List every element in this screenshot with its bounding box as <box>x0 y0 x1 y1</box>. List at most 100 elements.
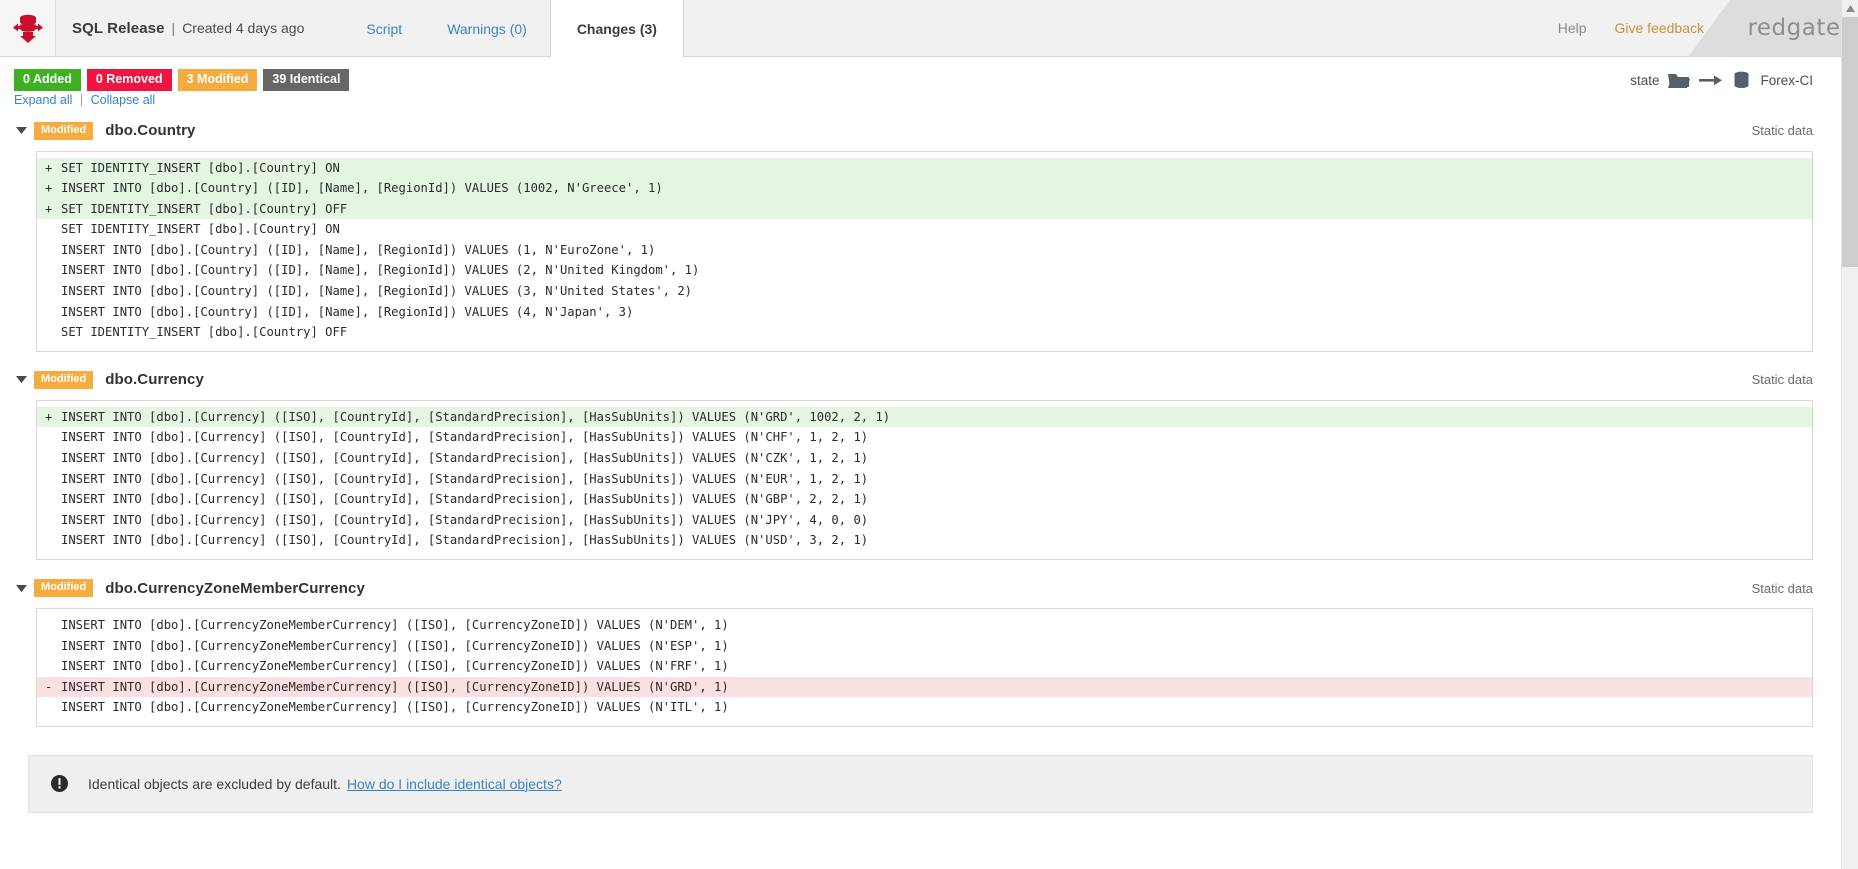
code-line: INSERT INTO [dbo].[CurrencyZoneMemberCur… <box>37 615 1812 636</box>
line-text: INSERT INTO [dbo].[Currency] ([ISO], [Co… <box>61 409 891 424</box>
code-line: INSERT INTO [dbo].[Currency] ([ISO], [Co… <box>37 510 1812 531</box>
diff-section-country: Modified dbo.Country Static data + SET ID… <box>0 117 1841 352</box>
section-header[interactable]: Modified dbo.Currency Static data <box>0 366 1841 394</box>
line-sign: + <box>45 409 53 424</box>
app-title-block: SQL Release | Created 4 days ago <box>56 0 304 56</box>
target-label: Forex-CI <box>1760 73 1813 88</box>
section-header[interactable]: Modified dbo.Country Static data <box>0 117 1841 145</box>
line-text: INSERT INTO [dbo].[Currency] ([ISO], [Co… <box>61 492 869 507</box>
help-link[interactable]: Help <box>1558 20 1587 36</box>
code-line: - INSERT INTO [dbo].[CurrencyZoneMemberCu… <box>37 676 1812 698</box>
code-line: INSERT INTO [dbo].[Country] ([ID], [Name… <box>37 240 1812 261</box>
tab-warnings[interactable]: Warnings (0) <box>425 0 550 57</box>
badge-removed[interactable]: 0 Removed <box>86 69 172 91</box>
code-line: + INSERT INTO [dbo].[Country] ([ID], [Nam… <box>37 178 1812 199</box>
line-sign: + <box>45 160 53 175</box>
links-separator: | <box>79 93 84 107</box>
database-sync-icon <box>12 14 43 43</box>
section-header[interactable]: Modified dbo.CurrencyZoneMemberCurrency … <box>0 574 1841 602</box>
app-logo <box>0 0 56 56</box>
code-line: + SET IDENTITY_INSERT [dbo].[Country] OFF <box>37 198 1812 220</box>
line-text: INSERT INTO [dbo].[CurrencyZoneMemberCur… <box>61 659 729 674</box>
line-text: SET IDENTITY_INSERT [dbo].[Country] ON <box>61 222 340 237</box>
caret-down-icon[interactable] <box>14 584 28 592</box>
diff-sections: Modified dbo.Country Static data + SET ID… <box>0 117 1841 727</box>
line-text: INSERT INTO [dbo].[Currency] ([ISO], [Co… <box>61 451 869 466</box>
notice-text: Identical objects are excluded by defaul… <box>88 775 341 792</box>
line-text: INSERT INTO [dbo].[Currency] ([ISO], [Co… <box>61 430 869 445</box>
caret-up-icon <box>1846 5 1855 12</box>
code-line: INSERT INTO [dbo].[Country] ([ID], [Name… <box>37 260 1812 281</box>
line-text: INSERT INTO [dbo].[Currency] ([ISO], [Co… <box>61 471 869 486</box>
expand-collapse-links: Expand all | Collapse all <box>14 93 155 107</box>
deployment-state-indicator: state Forex-CI <box>1630 71 1813 90</box>
vertical-scrollbar[interactable] <box>1841 0 1858 869</box>
header-spacer <box>684 0 1558 56</box>
code-diff-block: + INSERT INTO [dbo].[Currency] ([ISO], [C… <box>36 399 1813 560</box>
page-body: 0 Added 0 Removed 3 Modified 39 Identica… <box>0 57 1858 869</box>
line-text: INSERT INTO [dbo].[Country] ([ID], [Name… <box>61 304 634 319</box>
diff-section-currency: Modified dbo.Currency Static data + INSER… <box>0 366 1841 560</box>
change-summary-badges: 0 Added 0 Removed 3 Modified 39 Identica… <box>14 69 350 91</box>
summary-row: 0 Added 0 Removed 3 Modified 39 Identica… <box>0 57 1841 107</box>
badge-identical[interactable]: 39 Identical <box>263 69 350 91</box>
line-text: INSERT INTO [dbo].[Country] ([ID], [Name… <box>61 263 700 278</box>
line-text: SET IDENTITY_INSERT [dbo].[Country] ON <box>61 160 340 175</box>
info-icon <box>51 775 68 793</box>
identical-objects-notice: Identical objects are excluded by defaul… <box>28 754 1813 813</box>
code-line: INSERT INTO [dbo].[Country] ([ID], [Name… <box>37 281 1812 302</box>
brand-panel: redgate <box>1688 0 1858 57</box>
line-text: INSERT INTO [dbo].[Country] ([ID], [Name… <box>61 181 663 196</box>
scroll-up-arrow[interactable] <box>1842 0 1858 17</box>
badge-added[interactable]: 0 Added <box>14 69 81 91</box>
code-line: + SET IDENTITY_INSERT [dbo].[Country] ON <box>37 157 1812 179</box>
folder-icon <box>1668 74 1691 88</box>
caret-down-icon[interactable] <box>14 127 28 134</box>
status-badge: Modified <box>34 579 94 597</box>
line-text: INSERT INTO [dbo].[CurrencyZoneMemberCur… <box>61 618 729 632</box>
code-line: INSERT INTO [dbo].[Currency] ([ISO], [Co… <box>37 489 1812 510</box>
line-text: INSERT INTO [dbo].[Country] ([ID], [Name… <box>61 284 693 299</box>
created-timestamp: Created 4 days ago <box>182 20 305 36</box>
tab-changes[interactable]: Changes (3) <box>549 0 684 58</box>
line-sign: + <box>45 201 53 216</box>
code-diff-block: INSERT INTO [dbo].[CurrencyZoneMemberCur… <box>36 608 1813 727</box>
line-text: INSERT INTO [dbo].[CurrencyZoneMemberCur… <box>61 638 729 653</box>
arrow-right-icon <box>1699 75 1723 86</box>
app-header: SQL Release | Created 4 days ago Script … <box>0 0 1858 58</box>
line-sign: - <box>45 679 53 694</box>
object-type: Static data <box>1751 372 1813 388</box>
database-icon <box>1734 71 1749 88</box>
object-type: Static data <box>1751 580 1813 596</box>
line-text: INSERT INTO [dbo].[CurrencyZoneMemberCur… <box>61 679 729 694</box>
app-title: SQL Release <box>72 19 165 37</box>
code-diff-block: + SET IDENTITY_INSERT [dbo].[Country] ON … <box>36 150 1813 352</box>
line-text: SET IDENTITY_INSERT [dbo].[Country] OFF <box>61 201 348 216</box>
line-sign: + <box>45 181 53 196</box>
diff-section-currencyzonemembercurrency: Modified dbo.CurrencyZoneMemberCurrency … <box>0 574 1841 727</box>
include-identical-objects-link[interactable]: How do I include identical objects? <box>347 776 562 792</box>
expand-all-link[interactable]: Expand all <box>14 93 72 107</box>
code-line: INSERT INTO [dbo].[Currency] ([ISO], [Co… <box>37 427 1812 448</box>
code-line: SET IDENTITY_INSERT [dbo].[Country] ON <box>37 219 1812 240</box>
object-name: dbo.Currency <box>105 371 204 389</box>
tab-script[interactable]: Script <box>344 0 425 57</box>
object-name: dbo.CurrencyZoneMemberCurrency <box>105 579 365 597</box>
code-line: SET IDENTITY_INSERT [dbo].[Country] OFF <box>37 322 1812 343</box>
line-text: INSERT INTO [dbo].[Currency] ([ISO], [Co… <box>61 512 869 527</box>
caret-down-icon[interactable] <box>14 376 28 384</box>
badge-modified[interactable]: 3 Modified <box>177 69 258 91</box>
line-text: SET IDENTITY_INSERT [dbo].[Country] OFF <box>61 325 348 340</box>
code-line: + INSERT INTO [dbo].[Currency] ([ISO], [C… <box>37 406 1812 428</box>
code-line: INSERT INTO [dbo].[CurrencyZoneMemberCur… <box>37 697 1812 718</box>
collapse-all-link[interactable]: Collapse all <box>91 93 156 107</box>
line-text: INSERT INTO [dbo].[Country] ([ID], [Name… <box>61 242 656 257</box>
status-badge: Modified <box>34 121 94 140</box>
scrollbar-thumb[interactable] <box>1842 17 1858 267</box>
code-line: INSERT INTO [dbo].[CurrencyZoneMemberCur… <box>37 656 1812 677</box>
header-tabs: Script Warnings (0) Changes (3) <box>344 0 684 58</box>
object-name: dbo.Country <box>105 122 196 139</box>
line-text: INSERT INTO [dbo].[CurrencyZoneMemberCur… <box>61 700 729 715</box>
redgate-logo: redgate <box>1747 15 1841 41</box>
code-line: INSERT INTO [dbo].[Country] ([ID], [Name… <box>37 302 1812 323</box>
